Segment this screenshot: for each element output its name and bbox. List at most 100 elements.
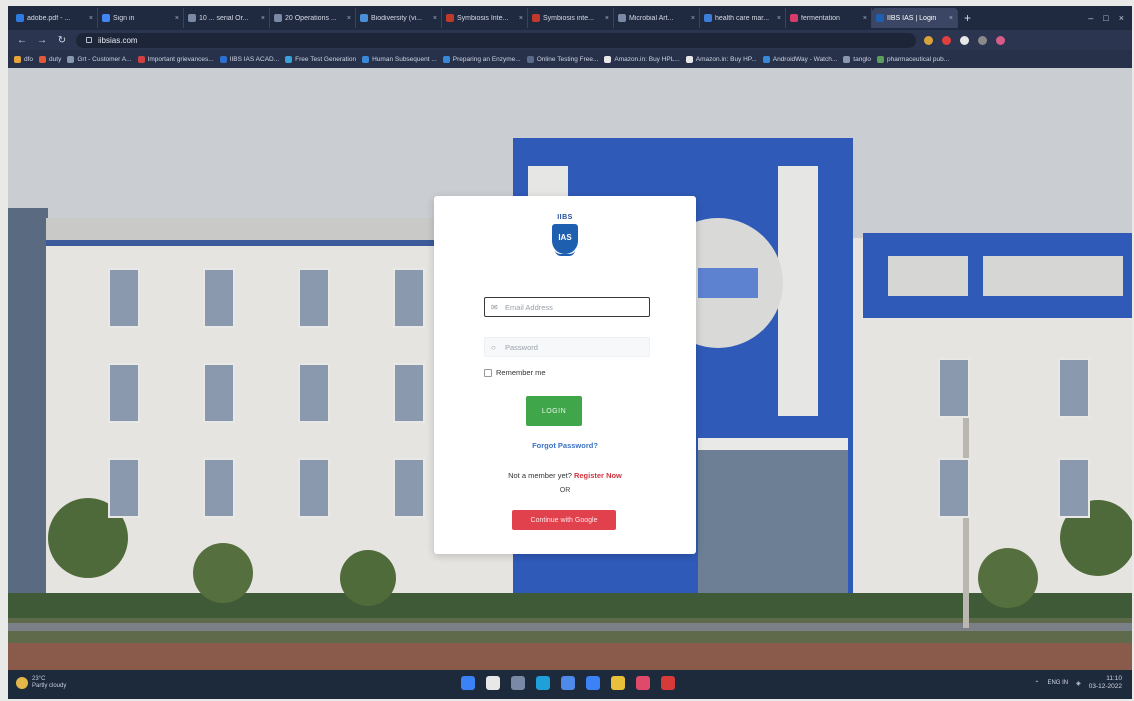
clock[interactable]: 11:10 03-12-2022 bbox=[1089, 675, 1122, 691]
bookmark-item[interactable]: tanglo bbox=[843, 55, 871, 63]
extension-icon[interactable] bbox=[996, 35, 1005, 45]
tab-close-icon[interactable]: × bbox=[777, 15, 781, 22]
taskbar-app-icon[interactable] bbox=[636, 676, 650, 690]
back-icon[interactable]: ← bbox=[16, 35, 28, 46]
browser-tab[interactable]: 10 ... serial Or... × bbox=[184, 8, 270, 28]
building-window bbox=[108, 363, 140, 423]
bookmark-item[interactable]: Amazon.in: Buy HP... bbox=[685, 55, 757, 63]
tab-close-icon[interactable]: × bbox=[89, 15, 93, 22]
wifi-icon[interactable]: ◈ bbox=[1076, 680, 1081, 687]
url-text: iibsias.com bbox=[98, 35, 138, 45]
taskbar-app-icon[interactable] bbox=[611, 676, 625, 690]
tab-favicon-icon bbox=[876, 14, 884, 22]
bookmark-item[interactable]: AndroidWay - Watch... bbox=[762, 55, 837, 63]
bookmark-item[interactable]: Amazon.in: Buy HPL... bbox=[604, 55, 680, 63]
taskbar-app-icon[interactable] bbox=[586, 676, 600, 690]
language-indicator[interactable]: ENG IN bbox=[1047, 680, 1068, 686]
bookmark-item[interactable]: dfo bbox=[14, 55, 33, 63]
iibs-ias-logo: IIBS IAS bbox=[544, 214, 586, 268]
forgot-password-link[interactable]: Forgot Password? bbox=[434, 441, 696, 450]
bookmark-label: Important grievances... bbox=[147, 55, 214, 63]
lock-icon bbox=[86, 37, 92, 43]
taskbar-app-icon[interactable] bbox=[461, 676, 475, 690]
tab-close-icon[interactable]: × bbox=[347, 15, 351, 22]
browser-tab[interactable]: Symbiosis inte... × bbox=[528, 8, 614, 28]
taskbar-app-icon[interactable] bbox=[561, 676, 575, 690]
bookmark-item[interactable]: Grt - Customer A... bbox=[67, 55, 132, 63]
bookmark-favicon-icon bbox=[526, 55, 534, 63]
browser-tab[interactable]: Microbial Art... × bbox=[614, 8, 700, 28]
bookmark-item[interactable]: Online Testing Free... bbox=[526, 55, 598, 63]
tab-close-icon[interactable]: × bbox=[691, 15, 695, 22]
browser-tab[interactable]: adobe.pdf - ... × bbox=[12, 8, 98, 28]
browser-tab[interactable]: IIBS IAS | Login × bbox=[872, 8, 958, 28]
browser-tab[interactable]: 20 Operations ... × bbox=[270, 8, 356, 28]
minimize-icon[interactable]: – bbox=[1088, 13, 1093, 23]
taskbar-app-icon[interactable] bbox=[486, 676, 500, 690]
bookmark-favicon-icon bbox=[14, 55, 21, 63]
tab-label: Sign in bbox=[113, 14, 135, 22]
tab-favicon-icon bbox=[102, 14, 110, 22]
email-input[interactable] bbox=[505, 302, 645, 312]
close-icon[interactable]: × bbox=[1119, 13, 1124, 23]
continue-with-google-button[interactable]: Continue with Google bbox=[512, 510, 616, 530]
browser-tab[interactable]: health care mar... × bbox=[700, 8, 786, 28]
logo-wave bbox=[555, 250, 575, 256]
browser-tab-strip: adobe.pdf - ... × Sign in × 10 ... serial Or… bbox=[8, 6, 1132, 30]
bookmark-item[interactable]: Human Subsequent ... bbox=[362, 55, 437, 63]
extension-icon[interactable] bbox=[942, 35, 951, 45]
url-field[interactable]: iibsias.com bbox=[76, 32, 916, 48]
chevron-up-icon[interactable]: ⌃ bbox=[1034, 680, 1039, 687]
extension-icon[interactable] bbox=[924, 35, 933, 45]
bookmark-label: Amazon.in: Buy HPL... bbox=[614, 55, 680, 63]
extension-icon[interactable] bbox=[978, 35, 987, 45]
building-window bbox=[108, 458, 140, 518]
windows-taskbar: 23°C Partly cloudy ⌃ ENG IN ◈ 11:10 03-1… bbox=[8, 670, 1132, 699]
tab-close-icon[interactable]: × bbox=[949, 15, 953, 22]
tab-close-icon[interactable]: × bbox=[261, 15, 265, 22]
tab-label: 10 ... serial Or... bbox=[199, 14, 249, 22]
taskbar-app-icon[interactable] bbox=[511, 676, 525, 690]
weather-widget[interactable]: 23°C Partly cloudy bbox=[16, 676, 66, 690]
tab-label: adobe.pdf - ... bbox=[27, 14, 71, 22]
taskbar-app-icon[interactable] bbox=[536, 676, 550, 690]
reload-icon[interactable]: ↻ bbox=[56, 35, 68, 46]
bookmark-favicon-icon bbox=[442, 55, 450, 63]
browser-tab[interactable]: fermentation × bbox=[786, 8, 872, 28]
browser-tab[interactable]: Sign in × bbox=[98, 8, 184, 28]
tab-close-icon[interactable]: × bbox=[433, 15, 437, 22]
building-window bbox=[298, 268, 330, 328]
taskbar-app-icon[interactable] bbox=[661, 676, 675, 690]
register-now-link[interactable]: Register Now bbox=[574, 471, 622, 480]
building-window bbox=[938, 358, 970, 418]
tab-close-icon[interactable]: × bbox=[863, 15, 867, 22]
browser-tab[interactable]: Biodiversity (vi... × bbox=[356, 8, 442, 28]
tab-favicon-icon bbox=[274, 14, 282, 22]
tab-favicon-icon bbox=[188, 14, 196, 22]
bookmark-item[interactable]: Important grievances... bbox=[137, 55, 214, 63]
password-input[interactable] bbox=[505, 342, 645, 352]
bookmark-item[interactable]: duty bbox=[39, 55, 61, 63]
bookmark-label: IIBS IAS ACAD... bbox=[229, 55, 280, 63]
tab-favicon-icon bbox=[704, 14, 712, 22]
tab-close-icon[interactable]: × bbox=[605, 15, 609, 22]
system-tray: ⌃ ENG IN ◈ 11:10 03-12-2022 bbox=[1034, 675, 1122, 691]
tab-favicon-icon bbox=[790, 14, 798, 22]
maximize-icon[interactable]: □ bbox=[1103, 13, 1108, 23]
new-tab-icon[interactable]: + bbox=[958, 11, 977, 25]
bookmark-item[interactable]: Free Test Generation bbox=[285, 55, 356, 63]
login-button[interactable]: LOGIN bbox=[526, 396, 582, 426]
remember-me[interactable]: Remember me bbox=[484, 368, 546, 377]
tab-close-icon[interactable]: × bbox=[519, 15, 523, 22]
taskbar-app-icons bbox=[461, 676, 675, 690]
tab-close-icon[interactable]: × bbox=[175, 15, 179, 22]
bookmark-item[interactable]: pharmaceutical pub... bbox=[877, 55, 949, 63]
tab-favicon-icon bbox=[360, 14, 368, 22]
bookmark-item[interactable]: IIBS IAS ACAD... bbox=[219, 55, 280, 63]
browser-tab[interactable]: Symbiosis Inte... × bbox=[442, 8, 528, 28]
remember-checkbox[interactable] bbox=[484, 368, 492, 377]
extension-icon[interactable] bbox=[960, 35, 969, 45]
forward-icon[interactable]: → bbox=[36, 35, 48, 46]
building-window bbox=[938, 458, 970, 518]
bookmark-item[interactable]: Preparing an Enzyme... bbox=[442, 55, 521, 63]
